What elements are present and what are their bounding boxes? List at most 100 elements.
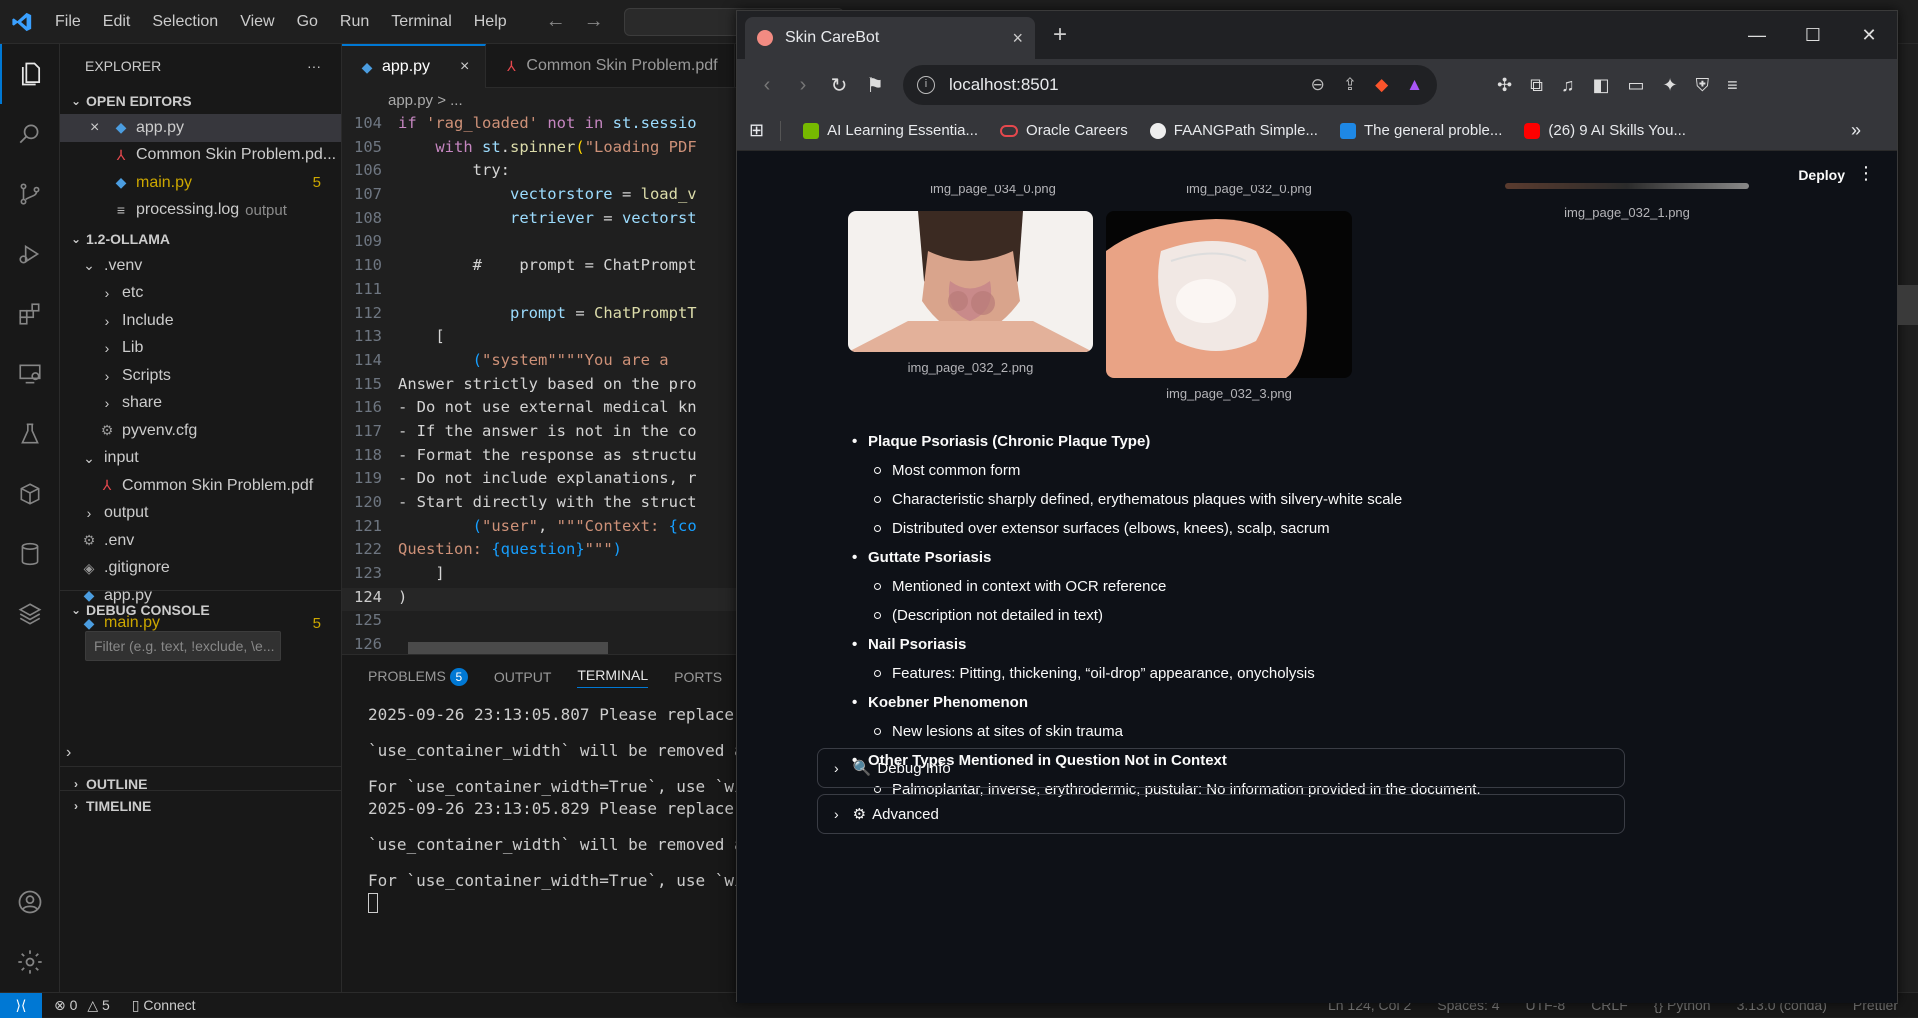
back-icon[interactable]: ‹	[749, 74, 785, 97]
tree-item[interactable]: ⚙ pyvenv.cfg	[60, 417, 341, 445]
forward-arrow-icon[interactable]: →	[584, 10, 604, 33]
wallet-icon[interactable]: ▭	[1627, 75, 1644, 96]
code-editor[interactable]: 104 if 'rag_loaded' not in st.sessio 105 …	[342, 114, 737, 654]
run-debug-icon[interactable]	[0, 224, 60, 284]
open-editor-main-py[interactable]: ◆ main.py 5	[60, 169, 341, 197]
forward-icon[interactable]: ›	[785, 74, 821, 97]
project-folder-header[interactable]: ⌄ 1.2-OLLAMA	[60, 226, 341, 252]
new-tab-button[interactable]: +	[1053, 21, 1067, 49]
chevron-down-icon: ⌄	[83, 257, 95, 274]
menu-terminal[interactable]: Terminal	[380, 0, 462, 44]
menu-go[interactable]: Go	[286, 0, 329, 44]
debug-info-expander[interactable]: › 🔍 Debug Info	[817, 748, 1625, 788]
bookmark-youtube-ai-skills[interactable]: (26) 9 AI Skills You...	[1524, 122, 1686, 139]
menu-hamburger-icon[interactable]: ≡	[1727, 75, 1738, 96]
screenshot-icon[interactable]: ⧉	[1530, 75, 1543, 96]
tree-item[interactable]: › Scripts	[60, 362, 341, 390]
menu-file[interactable]: File	[44, 0, 92, 44]
apps-grid-icon[interactable]: ⊞	[749, 120, 764, 141]
back-arrow-icon[interactable]: ←	[546, 10, 566, 33]
main-menu-icon[interactable]: ⋮	[1857, 163, 1875, 184]
layers-icon[interactable]	[0, 584, 60, 644]
open-editors-header[interactable]: ⌄ OPEN EDITORS	[60, 88, 341, 114]
share-icon[interactable]: ⇪	[1343, 75, 1357, 95]
maximize-icon[interactable]: ☐	[1785, 11, 1841, 59]
zoom-icon[interactable]: ⊖	[1311, 75, 1325, 95]
leo-ai-icon[interactable]: ✦	[1662, 75, 1677, 96]
search-icon[interactable]	[0, 104, 60, 164]
tree-item[interactable]: ⚙ .env	[60, 527, 341, 555]
tree-item[interactable]: ⅄ Common Skin Problem.pdf	[60, 472, 341, 500]
source-control-icon[interactable]	[0, 164, 60, 224]
tab-pdf[interactable]: ⅄ Common Skin Problem.pdf	[486, 44, 735, 88]
explorer-icon[interactable]	[0, 44, 60, 104]
database-icon[interactable]	[0, 524, 60, 584]
sidebar-icon[interactable]: ◧	[1592, 75, 1609, 96]
video-icon	[1339, 122, 1356, 139]
connect-status[interactable]: ▯ Connect	[132, 997, 196, 1014]
problems-status[interactable]: ⊗ 0 △ 5	[54, 997, 110, 1014]
code-line: 113 [	[354, 327, 445, 346]
tab-ports[interactable]: PORTS	[674, 669, 722, 685]
more-actions-icon[interactable]: ···	[307, 58, 321, 74]
tree-item[interactable]: › output	[60, 500, 341, 528]
menu-selection[interactable]: Selection	[141, 0, 229, 44]
music-icon[interactable]: ♫	[1561, 75, 1575, 96]
site-info-icon[interactable]: i	[917, 76, 935, 94]
tab-terminal[interactable]: TERMINAL	[577, 667, 649, 688]
remote-indicator-icon[interactable]: ⟩⟨	[0, 992, 42, 1018]
explorer-title: EXPLORER	[85, 58, 162, 74]
tree-item[interactable]: › share	[60, 390, 341, 418]
testing-icon[interactable]	[0, 404, 60, 464]
browser-tab-skin-carebot[interactable]: Skin CareBot ×	[745, 17, 1035, 59]
tab-problems[interactable]: PROBLEMS 5	[368, 668, 468, 686]
docker-icon[interactable]	[0, 464, 60, 524]
settings-gear-icon[interactable]	[0, 932, 60, 992]
close-icon[interactable]: ×	[90, 119, 106, 137]
menu-edit[interactable]: Edit	[92, 0, 142, 44]
brave-rewards-icon[interactable]: ▲	[1406, 75, 1423, 95]
tab-output[interactable]: OUTPUT	[494, 669, 552, 685]
open-editor-processing-log[interactable]: ≡ processing.log output	[60, 197, 341, 225]
advanced-expander[interactable]: › ⚙ Advanced	[817, 794, 1625, 834]
address-bar[interactable]: i localhost:8501 ⊖ ⇪ ◆ ▲	[903, 65, 1437, 105]
reload-icon[interactable]: ↻	[821, 73, 857, 98]
deploy-button[interactable]: Deploy	[1798, 167, 1845, 183]
breadcrumb[interactable]: app.py > ...	[342, 88, 737, 114]
remote-explorer-icon[interactable]	[0, 344, 60, 404]
brave-shield-icon[interactable]: ◆	[1375, 75, 1388, 95]
tree-item[interactable]: ⌄ .venv	[60, 252, 341, 280]
menu-run[interactable]: Run	[329, 0, 380, 44]
tree-item[interactable]: ◈ .gitignore	[60, 555, 341, 583]
account-icon[interactable]	[0, 872, 60, 932]
bookmark-ai-learning[interactable]: AI Learning Essentia...	[803, 122, 978, 139]
extensions-icon[interactable]	[0, 284, 60, 344]
debug-filter-input[interactable]: Filter (e.g. text, !exclude, \e...	[85, 631, 281, 661]
more-bookmarks-icon[interactable]: »	[1851, 120, 1861, 141]
close-icon[interactable]: ×	[460, 58, 469, 76]
extensions-puzzle-icon[interactable]: ✣	[1497, 75, 1512, 96]
tree-item[interactable]: › etc	[60, 280, 341, 308]
tree-item[interactable]: › Lib	[60, 335, 341, 363]
bookmark-general-problem[interactable]: The general proble...	[1339, 122, 1502, 139]
close-window-icon[interactable]: ✕	[1841, 11, 1897, 59]
tree-item[interactable]: › Include	[60, 307, 341, 335]
horizontal-scrollbar[interactable]	[408, 642, 608, 654]
terminal-output[interactable]: 2025-09-26 23:13:05.807 Please replace `…	[342, 705, 737, 913]
tree-item[interactable]: ⌄ input	[60, 445, 341, 473]
vpn-shield-icon[interactable]: ⛨	[1696, 75, 1710, 96]
open-editor-app-py[interactable]: × ◆ app.py	[60, 114, 341, 142]
menu-view[interactable]: View	[229, 0, 285, 44]
close-tab-icon[interactable]: ×	[1012, 28, 1023, 49]
open-editor-pdf[interactable]: ⅄ Common Skin Problem.pd...	[60, 142, 341, 170]
tab-app-py[interactable]: ◆ app.py ×	[342, 44, 487, 88]
chevron-right-icon[interactable]: ›	[66, 744, 71, 762]
editor-scrollbar[interactable]	[1898, 285, 1918, 325]
bookmark-oracle-careers[interactable]: Oracle Careers	[1000, 122, 1128, 139]
bookmark-icon[interactable]: ⚑	[857, 73, 893, 98]
bookmark-faangpath[interactable]: FAANGPath Simple...	[1149, 122, 1318, 139]
debug-console-header[interactable]: ⌄ DEBUG CONSOLE	[60, 597, 342, 623]
menu-help[interactable]: Help	[463, 0, 518, 44]
timeline-header[interactable]: › TIMELINE	[60, 793, 342, 819]
minimize-icon[interactable]: —	[1729, 11, 1785, 59]
